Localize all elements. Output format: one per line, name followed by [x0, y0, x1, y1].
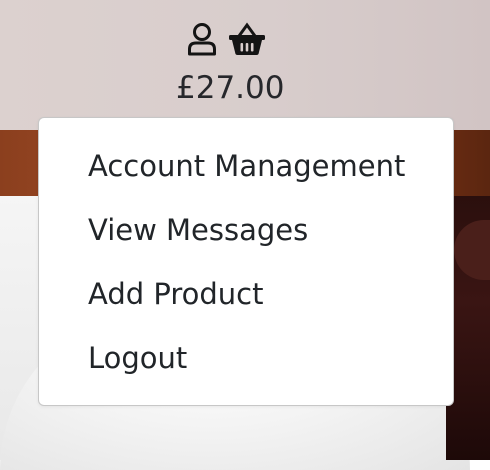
- header-icons: [186, 22, 266, 56]
- user-icon[interactable]: [186, 22, 218, 56]
- menu-item-view-messages[interactable]: View Messages: [39, 198, 453, 262]
- site-header: £27.00: [0, 0, 490, 130]
- menu-item-logout[interactable]: Logout: [39, 326, 453, 390]
- cart-total[interactable]: £27.00: [176, 70, 284, 106]
- basket-icon[interactable]: [228, 22, 266, 56]
- menu-item-account-management[interactable]: Account Management: [39, 134, 453, 198]
- menu-item-add-product[interactable]: Add Product: [39, 262, 453, 326]
- account-dropdown-menu: Account Management View Messages Add Pro…: [38, 117, 454, 406]
